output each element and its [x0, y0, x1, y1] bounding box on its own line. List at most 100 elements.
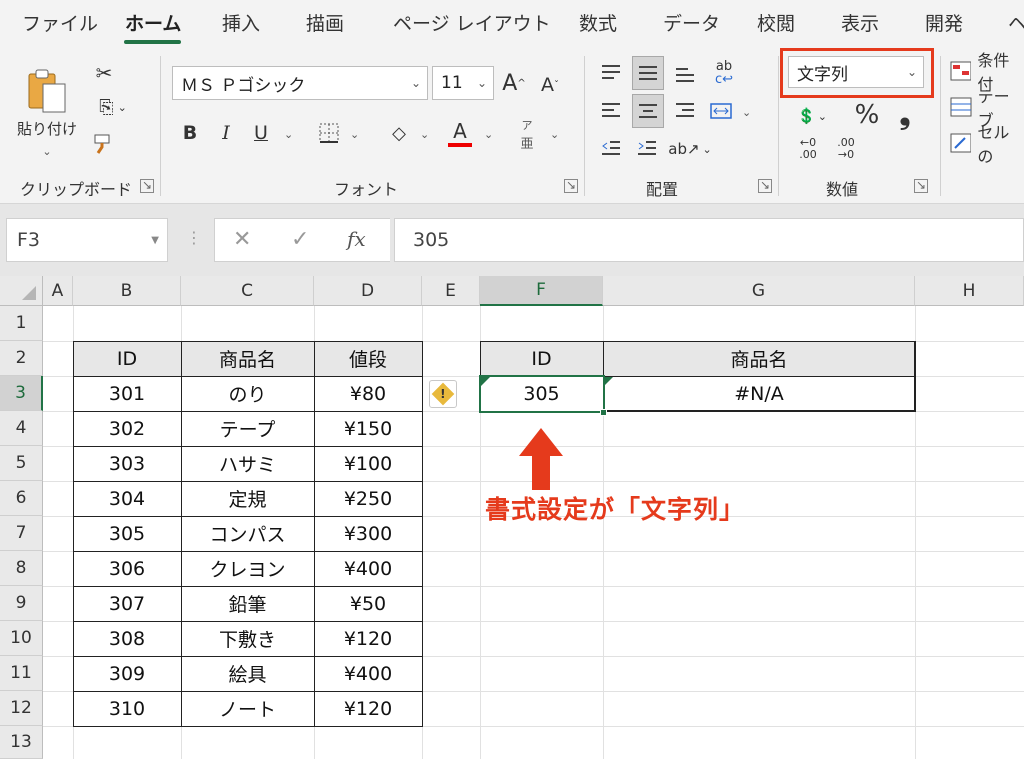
align-top-icon[interactable] [596, 58, 626, 88]
format-painter-icon[interactable] [90, 130, 118, 158]
table-cell-id[interactable]: 310 [73, 691, 181, 726]
name-box[interactable]: F3 ▼ [6, 218, 168, 262]
wrap-text-button[interactable]: ab c↩ [708, 56, 740, 88]
col-header-c[interactable]: C [181, 276, 314, 306]
font-name-dropdown[interactable]: ＭＳ Ｐゴシック ⌄ [172, 66, 428, 100]
borders-button[interactable] [314, 118, 344, 148]
fill-handle[interactable] [600, 409, 607, 416]
chevron-down-icon[interactable]: ⌄ [550, 128, 559, 141]
align-bottom-icon[interactable] [670, 58, 700, 88]
table-cell-price[interactable]: ¥400 [314, 656, 422, 691]
table-cell-price[interactable]: ¥250 [314, 481, 422, 516]
increase-decimal-button[interactable]: ←0.00 [792, 134, 824, 164]
number-format-dropdown[interactable]: 文字列 ⌄ [788, 56, 924, 88]
tab-help[interactable]: ヘ [1008, 9, 1024, 36]
table-cell-price[interactable]: ¥50 [314, 586, 422, 621]
grow-font-button[interactable]: A ^ [500, 66, 528, 100]
table-cell-name[interactable]: 下敷き [181, 621, 314, 656]
error-check-button[interactable]: ! [429, 380, 457, 408]
table-cell-name[interactable]: 絵具 [181, 656, 314, 691]
col-header-g[interactable]: G [603, 276, 915, 306]
tab-file[interactable]: ファイル [22, 9, 98, 36]
row-header-3[interactable]: 3 [0, 376, 43, 411]
lookup-header-product[interactable]: 商品名 [603, 341, 915, 376]
align-left-icon[interactable] [596, 96, 626, 126]
format-as-table-button[interactable]: テーブ [950, 87, 1024, 130]
table-cell-price[interactable]: ¥300 [314, 516, 422, 551]
chevron-down-icon[interactable]: ⌄ [350, 128, 359, 141]
chevron-down-icon[interactable]: ⌄ [484, 128, 493, 141]
decrease-decimal-button[interactable]: .00 →0 [830, 134, 862, 164]
row-header-13[interactable]: 13 [0, 726, 43, 759]
table-cell-name[interactable]: のり [181, 376, 314, 411]
tab-draw[interactable]: 描画 [306, 9, 344, 36]
table-cell-name[interactable]: 鉛筆 [181, 586, 314, 621]
row-header-8[interactable]: 8 [0, 551, 43, 586]
merge-center-icon[interactable] [706, 96, 736, 126]
table-cell-name[interactable]: テープ [181, 411, 314, 446]
cancel-icon[interactable]: ✕ [233, 227, 251, 252]
tab-developer[interactable]: 開発 [925, 9, 963, 36]
underline-button[interactable]: U [248, 118, 274, 148]
paste-button[interactable]: 貼り付け ⌄ [12, 58, 82, 168]
tab-insert[interactable]: 挿入 [222, 9, 260, 36]
row-header-9[interactable]: 9 [0, 586, 43, 621]
table-cell-id[interactable]: 307 [73, 586, 181, 621]
tab-formulas[interactable]: 数式 [579, 9, 617, 36]
table-cell-price[interactable]: ¥80 [314, 376, 422, 411]
decrease-indent-icon[interactable] [596, 134, 626, 164]
row-header-2[interactable]: 2 [0, 341, 43, 376]
table-cell-id[interactable]: 304 [73, 481, 181, 516]
lookup-cell-result[interactable]: #N/A [603, 376, 915, 411]
row-header-5[interactable]: 5 [0, 446, 43, 481]
orientation-icon[interactable]: ab↗ ⌄ [668, 134, 712, 164]
row-header-11[interactable]: 11 [0, 656, 43, 691]
row-header-7[interactable]: 7 [0, 516, 43, 551]
tab-page-layout[interactable]: ページ レイアウト [393, 9, 551, 36]
shrink-font-button[interactable]: Aˇ [536, 68, 564, 102]
table-cell-name[interactable]: ノート [181, 691, 314, 726]
phonetic-button[interactable]: ア 亜 [514, 116, 540, 152]
fill-color-icon[interactable]: ◇ [384, 118, 414, 148]
col-header-h[interactable]: H [915, 276, 1024, 306]
table-cell-id[interactable]: 306 [73, 551, 181, 586]
table-cell-name[interactable]: 定規 [181, 481, 314, 516]
table-header-price[interactable]: 値段 [314, 341, 422, 376]
align-middle-icon[interactable] [632, 56, 664, 90]
alignment-launcher-icon[interactable]: ↘ [758, 179, 772, 193]
lookup-header-id[interactable]: ID [480, 341, 603, 376]
insert-function-button[interactable]: fx [347, 227, 366, 251]
table-cell-price[interactable]: ¥120 [314, 621, 422, 656]
col-header-b[interactable]: B [73, 276, 181, 306]
clipboard-launcher-icon[interactable]: ↘ [140, 179, 154, 193]
align-right-icon[interactable] [670, 96, 700, 126]
tab-view[interactable]: 表示 [841, 9, 879, 36]
table-header-product[interactable]: 商品名 [181, 341, 314, 376]
percent-icon[interactable]: % [852, 100, 882, 130]
table-cell-price[interactable]: ¥400 [314, 551, 422, 586]
table-cell-id[interactable]: 308 [73, 621, 181, 656]
conditional-formatting-button[interactable]: 条件付 [950, 51, 1024, 94]
table-cell-price[interactable]: ¥120 [314, 691, 422, 726]
chevron-down-icon[interactable]: ⌄ [284, 128, 293, 141]
copy-icon[interactable]: ⎘ ⌄ [90, 94, 136, 120]
italic-button[interactable]: I [212, 118, 240, 148]
table-cell-id[interactable]: 309 [73, 656, 181, 691]
table-cell-name[interactable]: クレヨン [181, 551, 314, 586]
row-header-1[interactable]: 1 [0, 306, 43, 341]
col-header-d[interactable]: D [314, 276, 422, 306]
chevron-down-icon[interactable]: ⌄ [742, 106, 751, 119]
active-cell-selection[interactable] [479, 375, 605, 413]
row-header-12[interactable]: 12 [0, 691, 43, 726]
row-header-4[interactable]: 4 [0, 411, 43, 446]
font-launcher-icon[interactable]: ↘ [564, 179, 578, 193]
cell-styles-button[interactable]: セルの [950, 123, 1024, 166]
tab-review[interactable]: 校閲 [757, 9, 795, 36]
col-header-f[interactable]: F [480, 276, 603, 306]
align-center-icon[interactable] [632, 94, 664, 128]
font-size-dropdown[interactable]: 11 ⌄ [432, 66, 494, 100]
table-cell-price[interactable]: ¥100 [314, 446, 422, 481]
table-cell-id[interactable]: 302 [73, 411, 181, 446]
table-cell-id[interactable]: 301 [73, 376, 181, 411]
formula-input[interactable]: 305 [394, 218, 1024, 262]
